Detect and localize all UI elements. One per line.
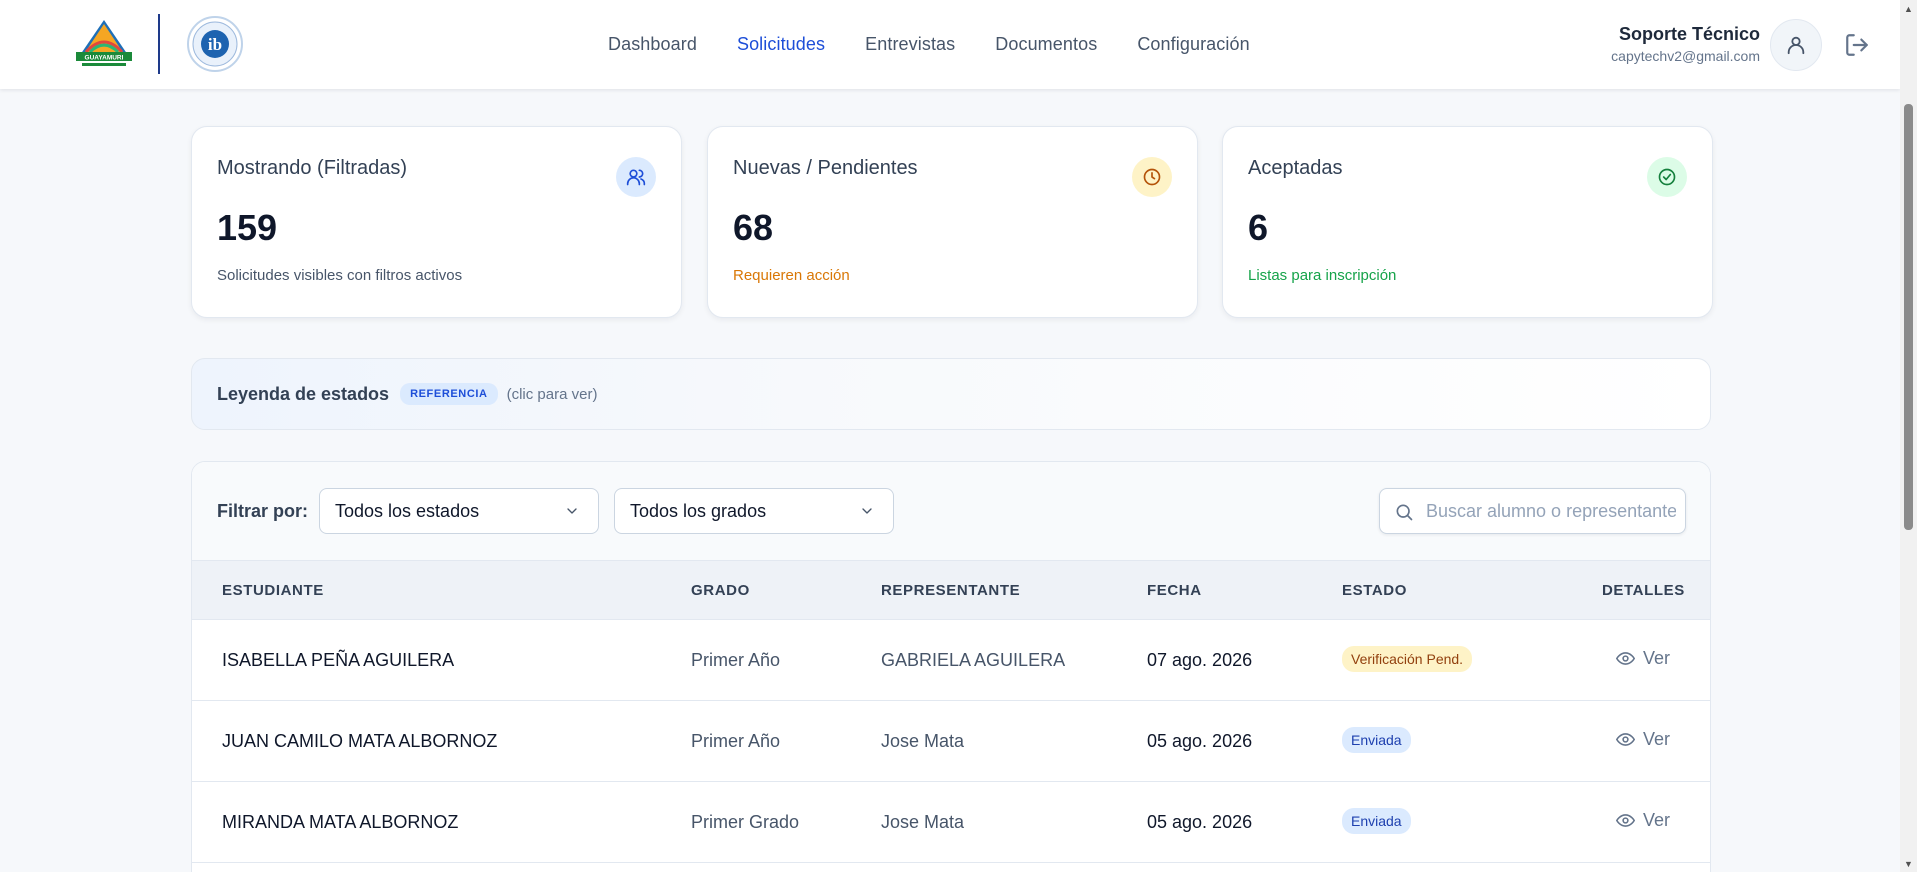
chevron-down-icon: [862, 508, 872, 514]
eye-icon: [1616, 733, 1635, 746]
scroll-up-arrow-icon[interactable]: ▲: [1900, 0, 1917, 17]
status-filter-select[interactable]: Todos los estados: [319, 488, 599, 534]
stat-icon-wrap: [616, 157, 656, 197]
table-row[interactable]: MIRANDA MATA ALBORNOZ Primer Grado Jose …: [192, 782, 1710, 863]
grade-filter-select[interactable]: Todos los grados: [614, 488, 894, 534]
column-header-date[interactable]: FECHA: [1147, 582, 1202, 599]
nav-solicitudes[interactable]: Solicitudes: [737, 34, 825, 55]
table-header: ESTUDIANTE GRADO REPRESENTANTE FECHA EST…: [192, 560, 1710, 620]
legend-title: Leyenda de estados: [217, 383, 390, 404]
nav-documentos[interactable]: Documentos: [995, 34, 1097, 55]
eye-icon: [1616, 652, 1635, 665]
stat-title: Nuevas / Pendientes: [733, 157, 918, 179]
representative-name: Jose Mata: [881, 731, 965, 751]
eye-icon: [1616, 814, 1635, 827]
grade-filter-value: Todos los grados: [630, 500, 767, 521]
student-name: ISABELLA PEÑA AGUILERA: [222, 650, 455, 670]
user-email: capytechv2@gmail.com: [1611, 48, 1760, 64]
status-badge: Enviada: [1342, 808, 1411, 834]
status-filter-value: Todos los estados: [335, 500, 480, 521]
logo-group: GUAYAMURI ib: [72, 12, 244, 76]
column-header-grade[interactable]: GRADO: [691, 582, 750, 599]
filter-bar: Filtrar por: Todos los estados Todos los…: [192, 462, 1710, 560]
view-label: Ver: [1643, 810, 1671, 830]
stat-icon-wrap: [1647, 157, 1687, 197]
stat-subtitle: Solicitudes visibles con filtros activos: [217, 267, 463, 284]
nav-dashboard[interactable]: Dashboard: [608, 34, 697, 55]
check-circle-icon: [1658, 168, 1676, 186]
column-header-details: DETALLES: [1602, 582, 1685, 599]
users-icon: [626, 169, 646, 186]
legend-badge: REFERENCIA: [400, 383, 498, 405]
application-date: 05 ago. 2026: [1147, 731, 1253, 751]
applications-panel: Filtrar por: Todos los estados Todos los…: [191, 461, 1711, 872]
view-details-button[interactable]: Ver: [1616, 729, 1670, 750]
stat-value: 159: [217, 207, 278, 248]
view-details-button[interactable]: Ver: [1616, 810, 1670, 831]
user-avatar-button[interactable]: [1770, 19, 1822, 71]
clock-icon: [1143, 168, 1161, 186]
svg-text:ib: ib: [208, 35, 222, 54]
user-name: Soporte Técnico: [1618, 24, 1760, 44]
nav-entrevistas[interactable]: Entrevistas: [865, 34, 955, 55]
top-navbar: GUAYAMURI ib Dashboard Solicitudes Entre…: [0, 0, 1900, 89]
column-header-representative[interactable]: REPRESENTANTE: [881, 582, 1020, 599]
page-scrollbar[interactable]: ▲ ▼: [1900, 0, 1917, 872]
column-header-student[interactable]: ESTUDIANTE: [222, 582, 324, 599]
stat-card-accepted: Aceptadas 6 Listas para inscripción: [1222, 126, 1713, 318]
status-legend-toggle[interactable]: Leyenda de estados REFERENCIA (clic para…: [191, 358, 1711, 430]
student-grade: Primer Año: [691, 650, 781, 670]
logout-icon[interactable]: [1844, 32, 1870, 58]
student-name: JUAN CAMILO MATA ALBORNOZ: [222, 731, 498, 751]
status-badge: Verificación Pend.: [1342, 646, 1473, 672]
representative-name: GABRIELA AGUILERA: [881, 650, 1066, 670]
table-row[interactable]: JUAN CAMILO MATA ALBORNOZ Primer Año Jos…: [192, 701, 1710, 782]
filter-label: Filtrar por:: [217, 501, 309, 521]
main-nav: Dashboard Solicitudes Entrevistas Docume…: [608, 0, 1250, 89]
scroll-down-arrow-icon[interactable]: ▼: [1900, 855, 1917, 872]
scrollbar-thumb[interactable]: [1904, 104, 1913, 530]
view-label: Ver: [1643, 729, 1671, 749]
search-icon: [1396, 504, 1413, 521]
stat-title: Mostrando (Filtradas): [217, 157, 408, 179]
chevron-down-icon: [567, 508, 577, 514]
student-grade: Primer Grado: [691, 812, 800, 832]
stat-subtitle: Listas para inscripción: [1248, 267, 1397, 284]
table-row[interactable]: ISABELLA PEÑA AGUILERA Primer Año GABRIE…: [192, 620, 1710, 701]
ib-logo[interactable]: ib: [186, 15, 244, 73]
svg-text:GUAYAMURI: GUAYAMURI: [85, 55, 124, 62]
search-input[interactable]: [1426, 489, 1676, 533]
representative-name: Jose Mata: [881, 812, 965, 832]
user-info: Soporte Técnico capytechv2@gmail.com: [1611, 24, 1760, 64]
search-box: [1379, 488, 1686, 534]
view-details-button[interactable]: Ver: [1616, 648, 1670, 669]
stat-card-pending: Nuevas / Pendientes 68 Requieren acción: [707, 126, 1198, 318]
stat-card-filtered: Mostrando (Filtradas) 159 Solicitudes vi…: [191, 126, 682, 318]
legend-hint: (clic para ver): [506, 385, 598, 403]
status-badge: Enviada: [1342, 727, 1411, 753]
stat-icon-wrap: [1132, 157, 1172, 197]
user-icon: [1787, 36, 1805, 55]
student-grade: Primer Año: [691, 731, 781, 751]
stat-subtitle: Requieren acción: [733, 267, 850, 284]
stat-value: 68: [733, 207, 774, 248]
school-logo[interactable]: GUAYAMURI: [72, 18, 136, 70]
logo-divider: [158, 14, 160, 74]
student-name: MIRANDA MATA ALBORNOZ: [222, 812, 459, 832]
application-date: 07 ago. 2026: [1147, 650, 1253, 670]
view-label: Ver: [1643, 648, 1671, 668]
stat-title: Aceptadas: [1248, 157, 1343, 179]
nav-configuracion[interactable]: Configuración: [1137, 34, 1249, 55]
application-date: 05 ago. 2026: [1147, 812, 1253, 832]
column-header-status[interactable]: ESTADO: [1342, 582, 1407, 599]
stat-value: 6: [1248, 207, 1269, 248]
